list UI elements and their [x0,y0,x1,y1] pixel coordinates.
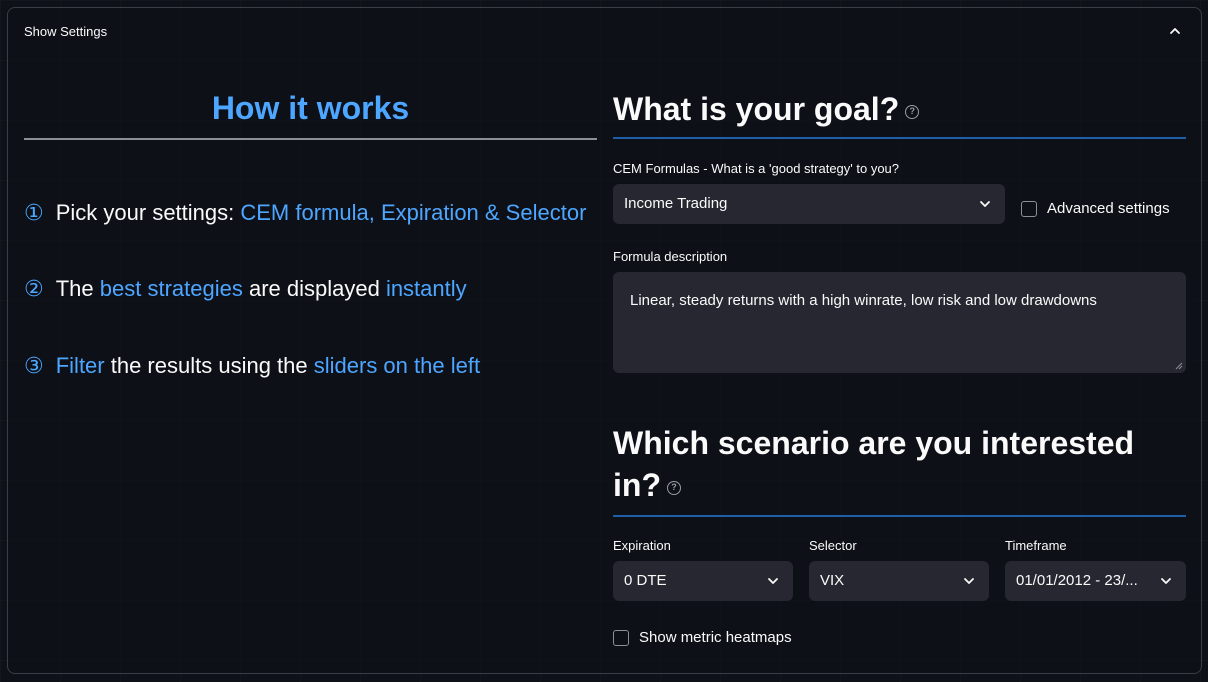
chevron-down-icon [980,201,990,207]
step-3: ③ Filter the results using the sliders on… [24,353,480,379]
timeframe-select[interactable]: 01/01/2012 - 23/... [1005,561,1186,601]
step-3-text: the results using the [104,353,314,378]
step-2-number: ② [24,276,44,301]
expiration-label: Expiration [613,538,671,553]
chevron-up-icon[interactable] [1169,26,1181,36]
how-it-works-divider [24,138,597,140]
step-2-text-a: The [55,276,100,301]
goal-heading: What is your goal?? [613,88,920,130]
description-text: Linear, steady returns with a high winra… [630,292,1097,309]
chevron-down-icon [964,578,974,584]
description-label: Formula description [613,249,728,264]
resize-grip-icon[interactable] [1175,362,1183,370]
scenario-heading: Which scenario are you interested in?? [613,422,1134,506]
step-1-highlight: CEM formula, Expiration & Selector [240,200,587,225]
step-2-highlight-a: best strategies [99,276,243,301]
step-3-number: ③ [24,353,44,378]
scenario-divider [613,515,1186,517]
formula-select[interactable]: Income Trading [613,184,1005,224]
selector-label: Selector [809,538,857,553]
scenario-help-icon[interactable]: ? [666,480,681,495]
step-2-text-b: are displayed [242,276,386,301]
goal-help-icon[interactable]: ? [905,104,920,119]
scenario-heading-line2: in? [613,467,661,503]
how-it-works-title: How it works [211,90,410,126]
expiration-select-value: 0 DTE [624,572,667,589]
advanced-settings-label: Advanced settings [1047,200,1170,217]
formula-select-value: Income Trading [624,195,728,212]
selector-select[interactable]: VIX [809,561,989,601]
settings-expander-header[interactable]: Show Settings [8,8,1201,56]
step-3-highlight-b: sliders on the left [313,353,481,378]
goal-heading-text: What is your goal? [613,91,900,127]
settings-expander-title: Show Settings [24,24,108,39]
heatmap-checkbox[interactable] [613,629,629,646]
settings-expander: Show Settings How it works ① Pick your se… [7,7,1202,674]
selector-select-value: VIX [820,572,845,589]
formula-label: CEM Formulas - What is a 'good strategy'… [613,161,900,176]
expiration-select[interactable]: 0 DTE [613,561,793,601]
chevron-down-icon [1161,578,1171,584]
scenario-heading-line1: Which scenario are you interested [613,425,1135,461]
advanced-settings-checkbox-row[interactable]: Advanced settings [1021,200,1170,217]
heatmap-checkbox-row[interactable]: Show metric heatmaps [613,629,792,646]
timeframe-select-value: 01/01/2012 - 23/... [1016,572,1138,589]
chevron-down-icon [768,578,778,584]
step-1-number: ① [24,200,44,225]
step-3-highlight-a: Filter [55,353,105,378]
description-textarea[interactable]: Linear, steady returns with a high winra… [613,272,1186,373]
step-1: ① Pick your settings: CEM formula, Expira… [24,200,586,226]
step-2-highlight-b: instantly [385,276,467,301]
advanced-settings-checkbox[interactable] [1021,200,1037,217]
step-1-text: Pick your settings: [55,200,241,225]
timeframe-label: Timeframe [1005,538,1067,553]
heatmap-label: Show metric heatmaps [639,629,792,646]
step-2: ② The best strategies are displayed insta… [24,276,467,302]
goal-divider [613,137,1186,139]
